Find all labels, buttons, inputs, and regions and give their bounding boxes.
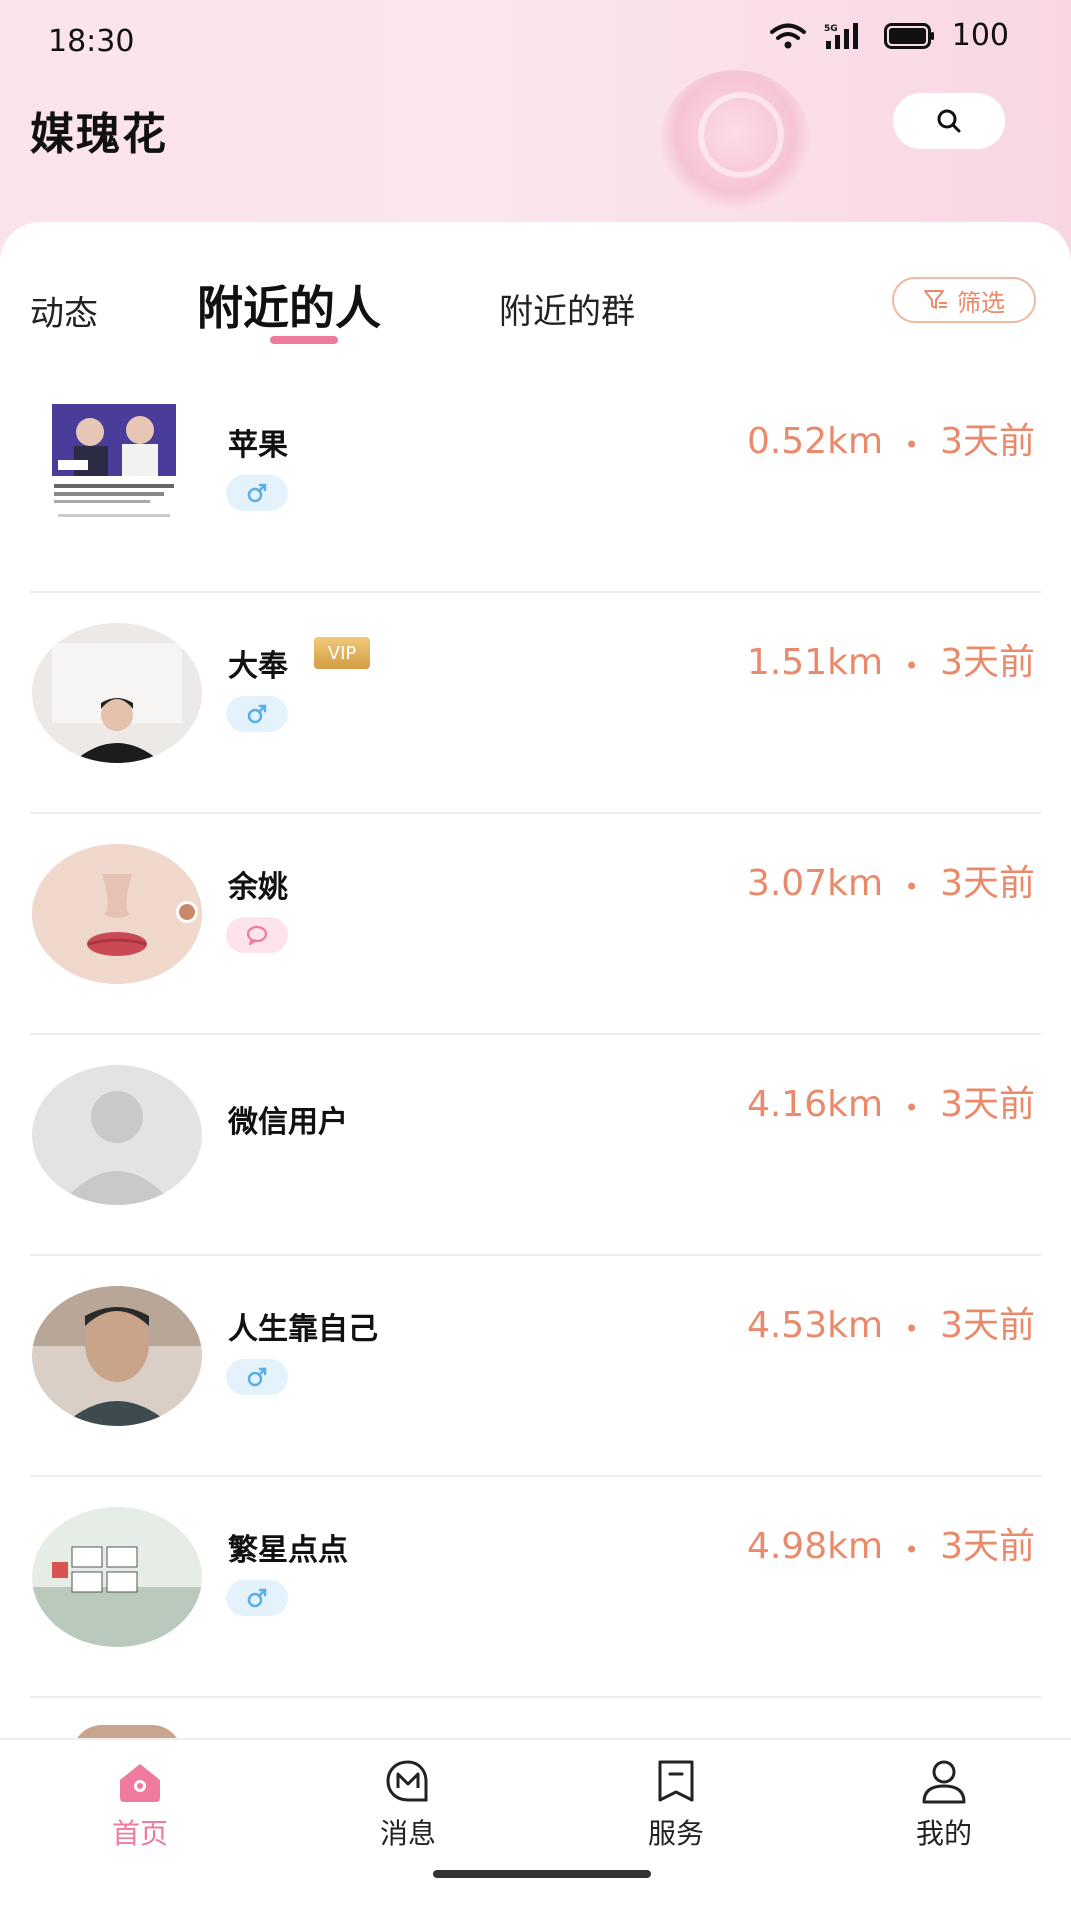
nav-messages[interactable]: 消息	[338, 1756, 478, 1852]
list-item[interactable]: 余姚 3.07km • 3天前	[0, 814, 1071, 1035]
male-icon	[247, 704, 267, 724]
battery-level: 100	[951, 18, 1009, 53]
avatar	[32, 623, 202, 763]
separator: •	[904, 1094, 919, 1122]
male-icon	[247, 483, 267, 503]
wifi-icon	[769, 23, 806, 48]
gender-badge	[226, 696, 288, 732]
profile-icon	[922, 1760, 966, 1804]
male-icon	[247, 1588, 267, 1608]
distance-time: 4.16km • 3天前	[747, 1075, 1035, 1127]
filter-icon	[924, 290, 947, 309]
avatar	[32, 1286, 202, 1426]
list-item[interactable]: 微信用户 4.16km • 3天前	[0, 1035, 1071, 1256]
nav-label: 首页	[111, 1817, 168, 1850]
time-ago: 3天前	[940, 642, 1035, 683]
distance: 0.52km	[746, 421, 884, 462]
nav-home[interactable]: 首页	[70, 1756, 210, 1852]
chat-bubble-icon	[246, 925, 268, 946]
list-item[interactable]: 苹果 0.52km • 3天前	[0, 372, 1071, 593]
filter-label: 筛选	[957, 288, 1005, 317]
divider	[30, 1696, 1041, 1698]
tab-dynamic[interactable]: 动态	[30, 286, 98, 335]
tab-nearby-groups[interactable]: 附近的群	[499, 284, 635, 333]
message-icon	[386, 1760, 428, 1802]
avatar	[44, 402, 184, 542]
user-name: 苹果	[228, 428, 288, 463]
time-ago: 3天前	[940, 1526, 1035, 1567]
distance-time: 0.52km • 3天前	[747, 412, 1035, 464]
time-ago: 3天前	[940, 421, 1035, 462]
separator: •	[904, 1536, 919, 1564]
distance-time: 3.07km • 3天前	[747, 854, 1035, 906]
status-bar: 18:30 5G 100	[0, 0, 1071, 80]
nav-label: 服务	[647, 1817, 704, 1850]
distance: 1.51km	[746, 642, 884, 683]
vip-badge: VIP	[314, 637, 370, 669]
filter-button[interactable]: 筛选	[892, 277, 1036, 323]
signal-icon: 5G	[824, 22, 858, 49]
distance: 4.16km	[746, 1084, 884, 1125]
search-icon	[937, 109, 961, 133]
home-icon	[120, 1764, 160, 1802]
nav-label: 我的	[915, 1817, 972, 1850]
chat-badge	[226, 917, 288, 953]
separator: •	[904, 873, 919, 901]
active-tab-indicator	[270, 336, 338, 344]
user-name: 微信用户	[228, 1105, 348, 1140]
user-name: 大奉	[228, 649, 288, 684]
battery-icon	[883, 22, 934, 49]
nav-profile[interactable]: 我的	[874, 1756, 1014, 1852]
avatar	[32, 844, 202, 984]
app-title: 媒瑰花	[30, 109, 168, 160]
status-icons: 5G 100	[768, 18, 1009, 53]
time-ago: 3天前	[940, 1084, 1035, 1125]
user-name: 繁星点点	[228, 1533, 348, 1568]
gender-badge	[226, 1580, 288, 1616]
nav-label: 消息	[379, 1817, 436, 1850]
separator: •	[904, 1315, 919, 1343]
nearby-users-list: 苹果 0.52km • 3天前 大奉 VIP 1.51km • 3天前 余姚 3…	[0, 372, 1071, 1698]
distance-time: 4.98km • 3天前	[747, 1517, 1035, 1569]
list-item[interactable]: 繁星点点 4.98km • 3天前	[0, 1477, 1071, 1698]
bottom-nav: 首页 消息 服务 我的	[0, 1738, 1071, 1905]
distance-time: 1.51km • 3天前	[747, 633, 1035, 685]
status-time: 18:30	[48, 24, 135, 59]
male-icon	[247, 1367, 267, 1387]
user-name: 余姚	[228, 870, 288, 905]
separator: •	[904, 431, 919, 459]
time-ago: 3天前	[940, 1305, 1035, 1346]
separator: •	[904, 652, 919, 680]
service-icon	[658, 1760, 694, 1802]
network-label: 5G	[824, 24, 838, 34]
avatar	[32, 1065, 202, 1205]
distance: 4.53km	[746, 1305, 884, 1346]
tab-nearby-people[interactable]: 附近的人	[197, 272, 381, 338]
gender-badge	[226, 1359, 288, 1395]
search-button[interactable]	[893, 93, 1005, 149]
list-item[interactable]: 人生靠自己 4.53km • 3天前	[0, 1256, 1071, 1477]
heart-decoration	[660, 70, 810, 210]
list-item[interactable]: 大奉 VIP 1.51km • 3天前	[0, 593, 1071, 814]
nav-services[interactable]: 服务	[606, 1756, 746, 1852]
home-indicator[interactable]	[433, 1870, 651, 1878]
distance-time: 4.53km • 3天前	[747, 1296, 1035, 1348]
distance: 4.98km	[746, 1526, 884, 1567]
user-name: 人生靠自己	[228, 1312, 378, 1347]
avatar	[32, 1507, 202, 1647]
gender-badge	[226, 475, 288, 511]
distance: 3.07km	[746, 863, 884, 904]
time-ago: 3天前	[940, 863, 1035, 904]
